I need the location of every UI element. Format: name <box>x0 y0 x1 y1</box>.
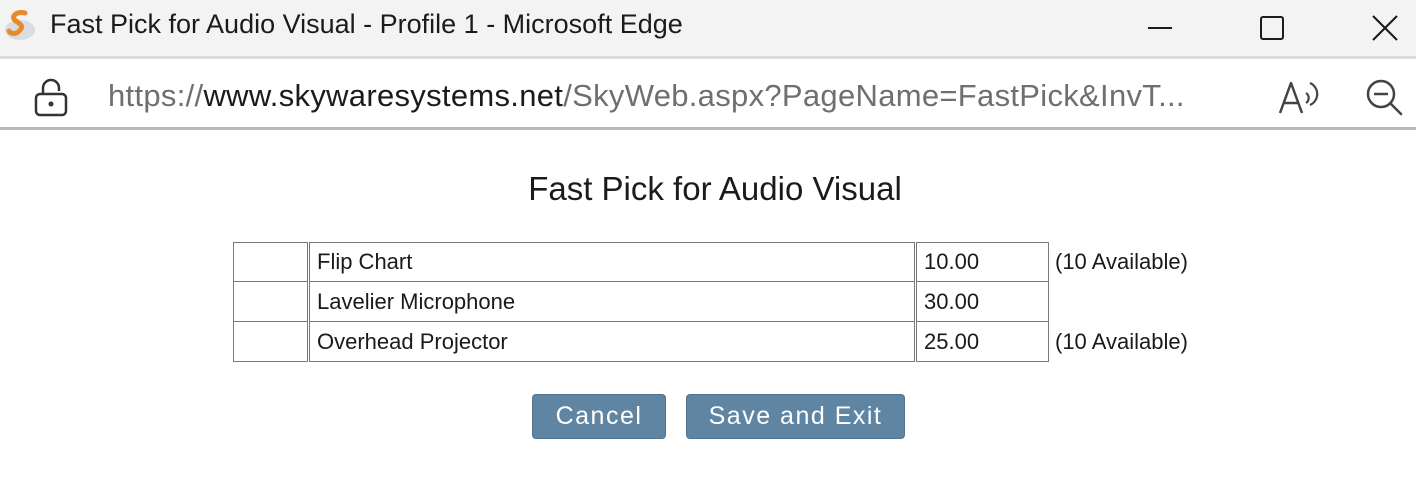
item-price: 30.00 <box>916 282 1049 322</box>
qty-input[interactable] <box>233 322 308 362</box>
close-icon <box>1372 15 1398 41</box>
url-protocol: https:// <box>108 78 204 113</box>
fast-pick-table: Flip Chart 10.00 (10 Available) Lavelier… <box>232 242 1211 362</box>
item-price: 25.00 <box>916 322 1049 362</box>
url-host: www.skywaresystems.net <box>203 78 564 113</box>
url-path: /SkyWeb.aspx?PageName=FastPick&InvT... <box>563 78 1185 113</box>
table-row: Lavelier Microphone 30.00 <box>233 282 1210 322</box>
maximize-icon <box>1260 16 1284 40</box>
item-availability: (10 Available) <box>1050 322 1210 362</box>
table-row: Flip Chart 10.00 (10 Available) <box>233 242 1210 282</box>
zoom-out-icon[interactable] <box>1364 77 1404 117</box>
window-title: Fast Pick for Audio Visual - Profile 1 -… <box>50 9 683 39</box>
close-button[interactable] <box>1335 0 1416 56</box>
item-availability <box>1050 282 1210 322</box>
address-bar: https://www.skywaresystems.net/SkyWeb.as… <box>0 56 1416 130</box>
item-availability: (10 Available) <box>1050 242 1210 282</box>
page-title: Fast Pick for Audio Visual <box>528 170 902 207</box>
item-price: 10.00 <box>916 242 1049 282</box>
item-description: Flip Chart <box>309 242 915 282</box>
maximize-button[interactable] <box>1222 0 1322 56</box>
item-description: Lavelier Microphone <box>309 282 915 322</box>
qty-input[interactable] <box>233 242 308 282</box>
app-icon <box>5 10 35 40</box>
cancel-button[interactable]: Cancel <box>532 394 666 439</box>
read-aloud-icon[interactable] <box>1276 75 1322 117</box>
item-description: Overhead Projector <box>309 322 915 362</box>
window-titlebar: Fast Pick for Audio Visual - Profile 1 -… <box>0 0 1416 56</box>
save-and-exit-button[interactable]: Save and Exit <box>686 394 905 439</box>
minimize-button[interactable] <box>1110 0 1210 56</box>
url-field[interactable]: https://www.skywaresystems.net/SkyWeb.as… <box>108 78 1185 114</box>
minimize-icon <box>1148 27 1172 29</box>
lock-icon[interactable] <box>32 77 70 117</box>
table-row: Overhead Projector 25.00 (10 Available) <box>233 322 1210 362</box>
qty-input[interactable] <box>233 282 308 322</box>
